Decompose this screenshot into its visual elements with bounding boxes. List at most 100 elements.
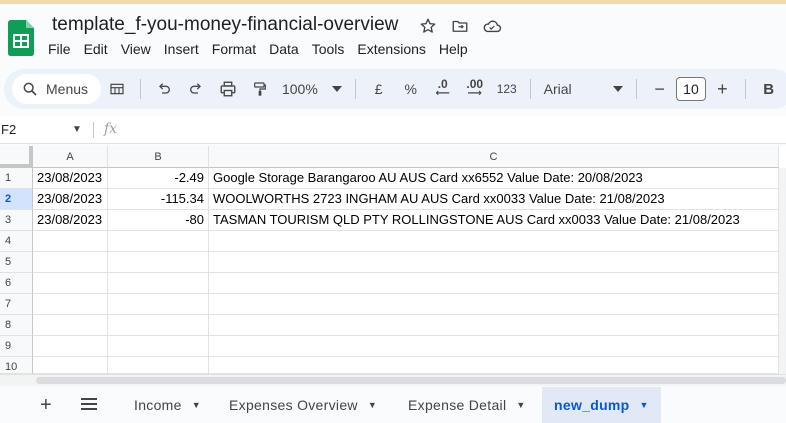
horizontal-scrollbar[interactable] [0,374,786,386]
menu-tools[interactable]: Tools [312,41,352,57]
horizontal-scroll-thumb[interactable] [36,377,786,384]
column-header-b[interactable]: B [108,146,209,168]
cell-a2[interactable]: 23/08/2023 [33,189,108,210]
sheet-tab-expenses-overview[interactable]: Expenses Overview ▼ [217,387,389,423]
empty-cell[interactable] [209,231,779,252]
font-select[interactable]: Arial [544,81,623,97]
toolbar-divider [529,79,531,99]
dropdown-arrow-icon[interactable]: ▼ [192,400,201,410]
empty-cell[interactable] [108,336,209,357]
row-header[interactable]: 7 [0,294,33,315]
formula-input[interactable] [130,116,780,144]
empty-cell[interactable] [33,294,108,315]
app-header: template_f-you-money-financial-overview … [0,4,786,66]
filter-views-icon[interactable] [104,75,130,103]
empty-cell[interactable] [33,336,108,357]
menu-bar: File Edit View Insert Format Data Tools … [48,41,481,57]
dropdown-arrow-icon[interactable]: ▼ [640,400,649,410]
menu-file[interactable]: File [48,41,78,57]
row-header[interactable]: 8 [0,315,33,336]
increase-font-size-button[interactable]: + [709,75,735,103]
cell-c2[interactable]: WOOLWORTHS 2723 INGHAM AU AUS Card xx003… [209,189,779,210]
decrease-font-size-button[interactable]: − [647,75,673,103]
arrow-right-icon: ⟶ [467,88,482,99]
sheet-tab-label: new_dump [554,397,630,413]
row-header[interactable]: 3 [0,210,33,231]
empty-cell[interactable] [108,315,209,336]
percent-format-button[interactable]: % [398,75,424,103]
row-header[interactable]: 1 [0,168,33,189]
empty-cell[interactable] [108,231,209,252]
cell-b3[interactable]: -80 [108,210,209,231]
zoom-select[interactable]: 100% [282,81,342,97]
increase-decimal-button[interactable]: .00 ⟶ [462,75,488,103]
move-folder-icon[interactable] [450,16,470,36]
cell-c3[interactable]: TASMAN TOURISM QLD PTY ROLLINGSTONE AUS … [209,210,779,231]
more-formats-button[interactable]: 123 [494,75,520,103]
empty-cell[interactable] [33,231,108,252]
column-header-c[interactable]: C [209,146,779,168]
search-icon [23,82,37,96]
dropdown-arrow-icon[interactable]: ▼ [368,400,377,410]
menu-data[interactable]: Data [269,41,306,57]
row-header[interactable]: 4 [0,231,33,252]
decrease-decimal-button[interactable]: .0 ⟵ [430,75,456,103]
name-box[interactable]: F2 ▼ [0,116,90,144]
menu-insert[interactable]: Insert [164,41,206,57]
empty-cell[interactable] [209,336,779,357]
cloud-status-icon[interactable] [482,16,502,36]
row-header[interactable]: 6 [0,273,33,294]
arrow-left-icon: ⟵ [435,88,450,99]
menu-extensions[interactable]: Extensions [357,41,432,57]
menus-search-button[interactable]: Menus [12,74,102,104]
font-name: Arial [543,81,572,97]
star-icon[interactable] [418,16,438,36]
row-header[interactable]: 5 [0,252,33,273]
menu-edit[interactable]: Edit [84,41,115,57]
empty-cell[interactable] [209,315,779,336]
empty-cell[interactable] [108,273,209,294]
empty-cell[interactable] [209,252,779,273]
font-size-input[interactable]: 10 [675,77,707,101]
redo-icon[interactable] [183,75,209,103]
column-header-a[interactable]: A [33,146,108,168]
bold-button[interactable]: B [763,81,774,98]
paint-format-icon[interactable] [247,75,273,103]
empty-cell[interactable] [209,273,779,294]
empty-cell[interactable] [33,273,108,294]
cell-b2[interactable]: -115.34 [108,189,209,210]
sheet-tab-new-dump[interactable]: new_dump ▼ [542,387,661,423]
add-sheet-icon[interactable]: + [40,395,52,415]
empty-cell[interactable] [209,357,779,374]
cell-a1[interactable]: 23/08/2023 [33,168,108,189]
menu-help[interactable]: Help [439,41,475,57]
all-sheets-menu-icon[interactable] [80,397,98,416]
vertical-scroll-track[interactable] [779,168,786,374]
dropdown-arrow-icon[interactable]: ▼ [516,400,525,410]
menu-view[interactable]: View [121,41,158,57]
empty-cell[interactable] [209,294,779,315]
empty-cell[interactable] [33,315,108,336]
currency-format-button[interactable]: £ [366,75,392,103]
empty-cell[interactable] [108,357,209,374]
document-title[interactable]: template_f-you-money-financial-overview [52,14,398,36]
spreadsheet-grid: A B C 1 2 3 4 5 6 7 8 9 10 23/08/2023 -2… [0,146,786,374]
cell-c1[interactable]: Google Storage Barangaroo AU AUS Card xx… [209,168,779,189]
sheet-tab-income[interactable]: Income ▼ [122,387,213,423]
empty-cell[interactable] [33,357,108,374]
cell-a3[interactable]: 23/08/2023 [33,210,108,231]
empty-cell[interactable] [108,252,209,273]
empty-cell[interactable] [33,252,108,273]
undo-icon[interactable] [151,75,177,103]
sheet-tab-expense-detail[interactable]: Expense Detail ▼ [396,387,538,423]
sheets-logo-icon[interactable] [8,20,34,56]
cell-b1[interactable]: -2.49 [108,168,209,189]
empty-cell[interactable] [108,294,209,315]
print-icon[interactable] [215,75,241,103]
row-header-selected[interactable]: 2 [0,189,33,210]
select-all-corner[interactable] [0,146,33,168]
formula-bar: F2 ▼ fx [0,116,786,144]
row-header[interactable]: 9 [0,336,33,357]
row-header[interactable]: 10 [0,357,33,374]
menu-format[interactable]: Format [212,41,263,57]
